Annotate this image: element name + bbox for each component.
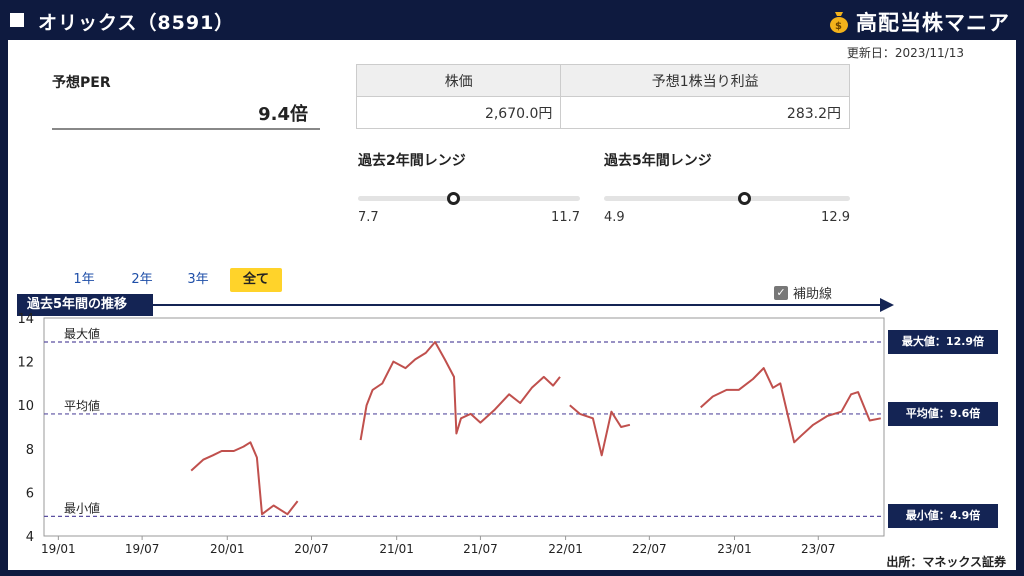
- ref-line-label: 最大値: [64, 326, 100, 341]
- source-credit: 出所：マネックス証券: [886, 555, 1006, 569]
- x-tick-label: 21/01: [379, 542, 414, 556]
- x-tick-label: 21/07: [463, 542, 498, 556]
- ref-line-label: 平均値: [64, 398, 100, 413]
- x-tick-label: 20/07: [294, 542, 329, 556]
- y-tick-label: 12: [17, 356, 34, 371]
- avg-value-box: 平均値：9.6倍: [888, 401, 998, 426]
- x-tick-label: 23/07: [801, 542, 836, 556]
- y-tick-label: 6: [26, 486, 34, 501]
- plot-area: [43, 317, 885, 537]
- per-chart: 4 6 8 10 12 14 19/01 19/07 20/01 20/07 21/01 21/07 2…: [17, 312, 885, 556]
- ref-line-label: 最小値: [64, 500, 100, 515]
- max-value-box: 最大値：12.9倍: [888, 329, 998, 354]
- y-tick-label: 4: [26, 530, 34, 545]
- x-tick-label: 19/01: [41, 542, 76, 556]
- x-tick-label: 19/07: [125, 542, 160, 556]
- x-tick-label: 22/01: [548, 542, 583, 556]
- min-value-box: 最小値：4.9倍: [888, 504, 998, 529]
- y-tick-label: 10: [17, 399, 34, 414]
- x-tick-label: 22/07: [632, 542, 667, 556]
- x-tick-label: 20/01: [210, 542, 245, 556]
- y-tick-label: 8: [26, 443, 34, 458]
- y-tick-label: 14: [17, 312, 34, 327]
- frame: オリックス（8591） $ 高配当株マニア 更新日：2023/11/13 予想P…: [0, 0, 1024, 576]
- x-tick-label: 23/01: [717, 542, 752, 556]
